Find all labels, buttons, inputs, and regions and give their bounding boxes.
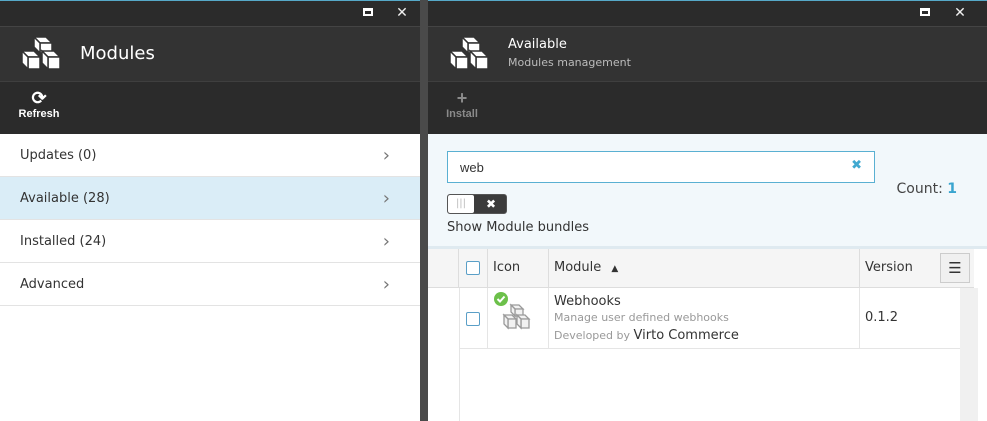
search-box: ✖ bbox=[447, 151, 875, 183]
module-version: 0.1.2 bbox=[865, 310, 899, 325]
modules-icon bbox=[20, 35, 62, 71]
chevron-right-icon: › bbox=[382, 274, 390, 295]
modules-blade: ✕ Modules ⟳ Refresh Updates (0) › Availa… bbox=[0, 0, 420, 421]
plus-icon: + bbox=[456, 88, 468, 108]
blade-toolbar: ⟳ Refresh bbox=[0, 81, 420, 134]
toggle-knob: ||| bbox=[448, 195, 474, 213]
nav-item-advanced[interactable]: Advanced › bbox=[0, 263, 420, 306]
column-header-icon[interactable]: Icon bbox=[488, 249, 549, 287]
row-version-cell: 0.1.2 bbox=[860, 288, 960, 348]
blade-subtitle: Modules management bbox=[508, 56, 631, 69]
blade-window-bar: ✕ bbox=[428, 0, 987, 26]
nav-item-label: Advanced bbox=[20, 277, 85, 292]
toggle-label: Show Module bundles bbox=[447, 220, 589, 235]
select-all-checkbox[interactable] bbox=[466, 260, 480, 275]
module-name: Webhooks bbox=[554, 294, 621, 309]
row-number-gutter bbox=[428, 288, 460, 421]
filter-area: ✖ ||| ✖ Show Module bundles Count: 1 bbox=[428, 134, 987, 249]
close-icon[interactable]: ✕ bbox=[952, 5, 968, 21]
refresh-button[interactable]: ⟳ Refresh bbox=[9, 88, 69, 120]
blade-title: Available bbox=[508, 37, 567, 52]
nav-item-label: Available (28) bbox=[20, 191, 110, 206]
maximize-icon[interactable] bbox=[360, 5, 376, 21]
gutter-spacer bbox=[459, 288, 488, 348]
nav-item-updates[interactable]: Updates (0) › bbox=[0, 134, 420, 177]
modules-icon bbox=[448, 35, 490, 71]
available-blade: ✕ Available Modules management + Install… bbox=[428, 0, 987, 421]
result-count: Count: 1 bbox=[897, 181, 958, 197]
blade-header: Modules bbox=[0, 26, 420, 81]
chevron-right-icon: › bbox=[382, 145, 390, 166]
install-button[interactable]: + Install bbox=[432, 88, 492, 120]
nav-item-label: Updates (0) bbox=[20, 148, 97, 163]
module-developer: Developed by Virto Commerce bbox=[554, 328, 859, 343]
toggle-off-icon: ✖ bbox=[485, 197, 496, 211]
maximize-icon[interactable] bbox=[917, 5, 933, 21]
modules-grid-header: Icon Module ▲ Version ☰ bbox=[428, 249, 974, 288]
developer-name: Virto Commerce bbox=[633, 328, 739, 343]
grid-scrollbar-track[interactable] bbox=[960, 288, 978, 421]
chevron-right-icon: › bbox=[382, 231, 390, 252]
sort-ascending-icon: ▲ bbox=[611, 264, 619, 274]
row-icon-cell bbox=[488, 288, 549, 348]
column-header-label: Version bbox=[865, 260, 913, 275]
select-all-column bbox=[459, 249, 488, 287]
grid-menu-button[interactable]: ☰ bbox=[940, 253, 970, 283]
nav-item-installed[interactable]: Installed (24) › bbox=[0, 220, 420, 263]
count-label: Count: bbox=[896, 181, 943, 197]
blade-divider bbox=[420, 0, 428, 421]
chevron-right-icon: › bbox=[382, 188, 390, 209]
clear-search-icon[interactable]: ✖ bbox=[851, 158, 862, 173]
count-value: 1 bbox=[947, 181, 957, 197]
refresh-label: Refresh bbox=[18, 108, 60, 120]
table-row[interactable]: Webhooks Manage user defined webhooks De… bbox=[428, 288, 960, 349]
blade-window-bar: ✕ bbox=[0, 0, 420, 26]
blade-header: Available Modules management bbox=[428, 26, 987, 81]
search-input[interactable] bbox=[458, 152, 842, 182]
row-module-cell: Webhooks Manage user defined webhooks De… bbox=[549, 288, 860, 348]
modules-nav-list: Updates (0) › Available (28) › Installed… bbox=[0, 134, 420, 306]
module-bundles-toggle[interactable]: ||| ✖ bbox=[447, 194, 507, 214]
blade-toolbar: + Install bbox=[428, 81, 987, 134]
refresh-icon: ⟳ bbox=[31, 88, 47, 108]
module-icon bbox=[494, 292, 531, 330]
row-number-column bbox=[428, 249, 459, 287]
close-icon[interactable]: ✕ bbox=[394, 5, 410, 21]
column-header-label: Icon bbox=[493, 260, 521, 275]
column-header-label: Module bbox=[554, 260, 602, 275]
blade-title: Modules bbox=[80, 43, 155, 64]
column-header-module[interactable]: Module ▲ bbox=[549, 249, 860, 287]
install-label: Install bbox=[446, 108, 478, 120]
nav-item-available[interactable]: Available (28) › bbox=[0, 177, 420, 220]
nav-item-label: Installed (24) bbox=[20, 234, 107, 249]
module-description: Manage user defined webhooks bbox=[554, 311, 729, 324]
developed-by-label: Developed by bbox=[554, 329, 631, 342]
